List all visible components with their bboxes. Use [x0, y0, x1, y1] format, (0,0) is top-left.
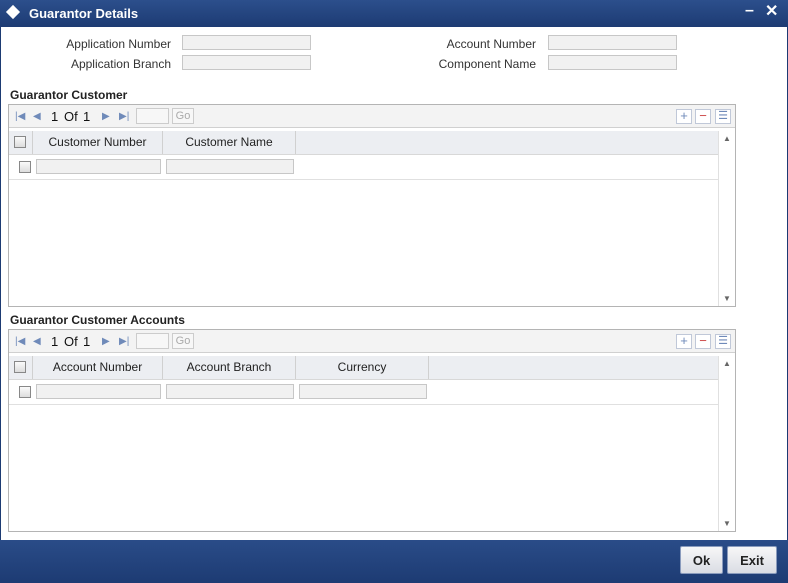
last-page-icon[interactable]: ▶| [119, 336, 129, 347]
customer-name-input[interactable] [166, 159, 294, 174]
row-checkbox[interactable] [19, 161, 31, 173]
scroll-up-icon[interactable]: ▲ [723, 134, 731, 143]
guarantor-customer-pager: |◀ ◀ 1 Of 1 ▶ ▶| Go + − ☰ [9, 105, 735, 128]
column-header-customer-name[interactable]: Customer Name [163, 131, 296, 154]
guarantor-customer-scrollbar[interactable]: ▲ ▼ [718, 131, 735, 306]
window-titlebar: Guarantor Details – ✕ [0, 0, 788, 28]
prev-page-icon[interactable]: ◀ [33, 111, 41, 122]
dialog-footer: Ok Exit [0, 540, 788, 583]
column-header-currency[interactable]: Currency [296, 356, 429, 379]
scroll-down-icon[interactable]: ▼ [723, 519, 731, 528]
guarantor-customer-accounts-scrollbar[interactable]: ▲ ▼ [718, 356, 735, 531]
next-page-icon[interactable]: ▶ [102, 336, 110, 347]
single-view-icon[interactable]: ☰ [715, 334, 731, 349]
scroll-down-icon[interactable]: ▼ [723, 294, 731, 303]
select-all-cell [9, 356, 33, 379]
column-header-account-number[interactable]: Account Number [33, 356, 163, 379]
application-branch-field[interactable] [182, 55, 311, 70]
customer-number-input[interactable] [36, 159, 161, 174]
guarantor-customer-accounts-grid: |◀ ◀ 1 Of 1 ▶ ▶| Go + − ☰ Account Number… [8, 329, 736, 532]
account-number-label: Account Number [446, 37, 536, 51]
pager-of-label: Of [64, 334, 78, 349]
last-page-icon[interactable]: ▶| [119, 111, 129, 122]
table-row [9, 380, 719, 405]
pager-current: 1 [51, 334, 59, 349]
select-all-checkbox[interactable] [14, 361, 26, 373]
account-number-field[interactable] [548, 35, 677, 50]
row-checkbox[interactable] [19, 386, 31, 398]
window-title: Guarantor Details [29, 6, 139, 21]
guarantor-customer-accounts-header: Account Number Account Branch Currency [9, 356, 719, 380]
account-number-input[interactable] [36, 384, 161, 399]
application-number-field[interactable] [182, 35, 311, 50]
add-row-icon[interactable]: + [676, 109, 692, 124]
go-button[interactable]: Go [172, 108, 194, 124]
next-page-icon[interactable]: ▶ [102, 111, 110, 122]
select-all-cell [9, 131, 33, 154]
delete-row-icon[interactable]: − [695, 109, 711, 124]
component-name-label: Component Name [438, 57, 536, 71]
account-branch-input[interactable] [166, 384, 294, 399]
go-button[interactable]: Go [172, 333, 194, 349]
window-diamond-icon [5, 4, 21, 20]
component-name-field[interactable] [548, 55, 677, 70]
pager-total: 1 [83, 109, 91, 124]
exit-button[interactable]: Exit [727, 546, 777, 574]
column-header-account-branch[interactable]: Account Branch [163, 356, 296, 379]
pager-current: 1 [51, 109, 59, 124]
guarantor-customer-header: Customer Number Customer Name [9, 131, 719, 155]
dialog-body: Application Number Application Branch Ac… [0, 27, 788, 540]
close-icon[interactable]: ✕ [765, 1, 778, 21]
guarantor-customer-title: Guarantor Customer [10, 88, 128, 102]
application-branch-label: Application Branch [70, 57, 171, 71]
single-view-icon[interactable]: ☰ [715, 109, 731, 124]
application-number-label: Application Number [66, 37, 171, 51]
ok-button[interactable]: Ok [680, 546, 723, 574]
select-all-checkbox[interactable] [14, 136, 26, 148]
page-number-input[interactable] [136, 333, 169, 349]
first-page-icon[interactable]: |◀ [15, 111, 25, 122]
scroll-up-icon[interactable]: ▲ [723, 359, 731, 368]
page-number-input[interactable] [136, 108, 169, 124]
pager-total: 1 [83, 334, 91, 349]
table-row [9, 155, 719, 180]
add-row-icon[interactable]: + [676, 334, 692, 349]
first-page-icon[interactable]: |◀ [15, 336, 25, 347]
guarantor-customer-accounts-pager: |◀ ◀ 1 Of 1 ▶ ▶| Go + − ☰ [9, 330, 735, 353]
pager-of-label: Of [64, 109, 78, 124]
column-header-customer-number[interactable]: Customer Number [33, 131, 163, 154]
currency-input[interactable] [299, 384, 427, 399]
minimize-icon[interactable]: – [745, 2, 754, 20]
prev-page-icon[interactable]: ◀ [33, 336, 41, 347]
guarantor-customer-grid: |◀ ◀ 1 Of 1 ▶ ▶| Go + − ☰ Customer Numbe… [8, 104, 736, 307]
guarantor-customer-accounts-title: Guarantor Customer Accounts [10, 313, 185, 327]
delete-row-icon[interactable]: − [695, 334, 711, 349]
